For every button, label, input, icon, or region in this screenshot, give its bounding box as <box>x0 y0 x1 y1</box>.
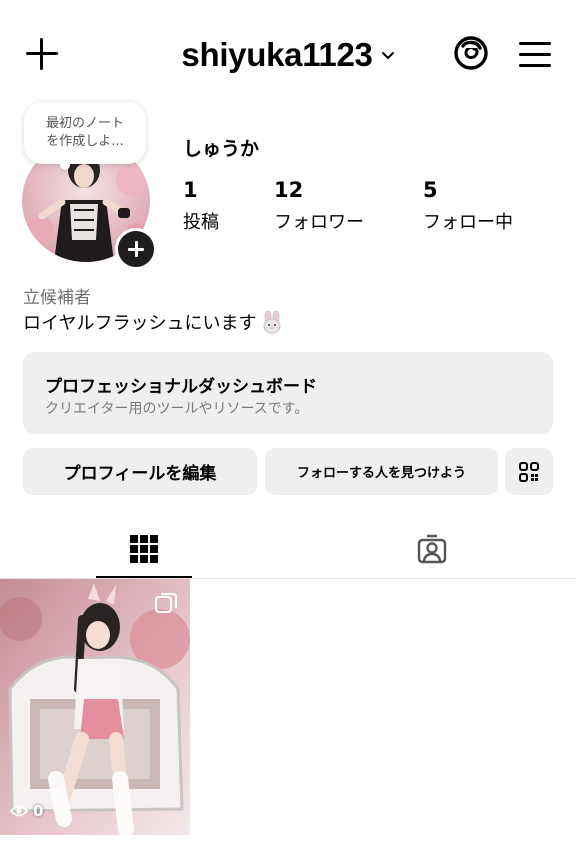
post-photo <box>0 579 190 835</box>
professional-dashboard[interactable]: プロフェッショナルダッシュボード クリエイター用のツールやリソースです。 <box>23 352 553 434</box>
post-view-count: 0 <box>33 802 44 820</box>
display-name: しゅうか <box>183 138 260 160</box>
note-text-line1: 最初のノート <box>45 116 124 131</box>
carousel-icon <box>155 593 177 613</box>
find-people-button[interactable]: フォローする人を見つけよう <box>265 448 498 495</box>
note-text-line2: を作成しよ... <box>46 134 124 149</box>
post-views: 0 <box>10 802 43 820</box>
posts-label: 投稿 <box>183 212 219 233</box>
followers-label: フォロワー <box>274 212 364 233</box>
grid-icon <box>130 535 158 563</box>
qr-code-button[interactable] <box>505 448 553 495</box>
chevron-down-icon <box>381 52 394 59</box>
following-count: 5 <box>423 178 438 202</box>
eye-icon <box>10 805 28 817</box>
tagged-person-icon <box>417 534 447 564</box>
add-story-button[interactable] <box>115 228 157 270</box>
note-bubble[interactable]: 最初のノート を作成しよ... <box>24 102 146 164</box>
posts-stat[interactable]: 1 投稿 <box>183 178 219 234</box>
menu-icon[interactable] <box>517 40 553 70</box>
rabbit-icon <box>264 310 281 334</box>
threads-icon[interactable] <box>450 32 492 74</box>
posts-count: 1 <box>183 178 198 202</box>
username: shiyuka1123 <box>181 36 373 73</box>
edit-profile-button[interactable]: プロフィールを編集 <box>23 448 257 495</box>
followers-stat[interactable]: 12 フォロワー <box>274 178 364 234</box>
profile-category: 立候補者 <box>23 288 91 308</box>
tab-posts-grid[interactable] <box>96 520 192 578</box>
following-label: フォロー中 <box>423 212 513 233</box>
dashboard-subtitle: クリエイター用のツールやリソースです。 <box>45 401 309 417</box>
note-bubble-tail <box>60 160 70 170</box>
profile-bio: ロイヤルフラッシュにいます <box>23 309 284 335</box>
followers-count: 12 <box>274 178 304 202</box>
bio-text: ロイヤルフラッシュにいます <box>23 313 257 334</box>
post-thumbnail[interactable] <box>0 579 190 835</box>
tab-tagged[interactable] <box>384 520 480 578</box>
account-switcher[interactable]: shiyuka1123 <box>150 30 426 80</box>
following-stat[interactable]: 5 フォロー中 <box>423 178 513 234</box>
create-button[interactable] <box>22 34 62 74</box>
dashboard-title: プロフェッショナルダッシュボード <box>45 377 317 397</box>
qr-code-icon <box>519 461 539 482</box>
